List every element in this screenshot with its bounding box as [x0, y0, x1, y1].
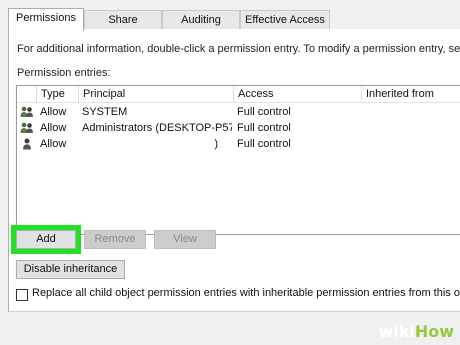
info-text: For additional information, double-click… [17, 43, 460, 55]
tab-share[interactable]: Share [84, 10, 162, 30]
remove-button[interactable]: Remove [84, 230, 146, 249]
row-type: Allow [40, 138, 67, 150]
permission-entries-list[interactable]: Type Principal Access Inherited from All… [16, 85, 460, 235]
user-icon [23, 138, 31, 150]
row-inherited [365, 136, 460, 152]
row-principal: ) [214, 138, 218, 150]
users-group-icon [20, 106, 33, 117]
permissions-dialog: Permissions Share Auditing Effective Acc… [0, 0, 460, 345]
row-access: Full control [237, 106, 291, 118]
table-row[interactable]: Allow ) Full control [17, 136, 460, 152]
tab-permissions[interactable]: Permissions [8, 8, 84, 31]
row-access: Full control [237, 138, 291, 150]
replace-entries-label[interactable]: Replace all child object permission entr… [32, 287, 460, 299]
list-header: Type Principal Access Inherited from [17, 86, 460, 103]
watermark-part2: How [414, 322, 454, 341]
column-principal[interactable]: Principal [78, 86, 233, 103]
row-type: Allow [40, 106, 67, 118]
disable-inheritance-button[interactable]: Disable inheritance [16, 260, 125, 279]
row-inherited [365, 104, 460, 120]
column-access[interactable]: Access [233, 86, 361, 103]
wikihow-watermark: wikiHow [378, 322, 454, 341]
tab-effective-access[interactable]: Effective Access [240, 10, 330, 30]
row-type: Allow [40, 122, 67, 134]
add-button[interactable]: Add [16, 230, 76, 249]
replace-entries-checkbox[interactable] [16, 289, 28, 301]
view-button[interactable]: View [154, 230, 216, 249]
column-inherited-from[interactable]: Inherited from [361, 86, 460, 103]
permission-entries-label: Permission entries: [17, 67, 111, 79]
tab-auditing[interactable]: Auditing [162, 10, 240, 30]
row-principal: SYSTEM [82, 106, 128, 118]
tab-bar: Permissions Share Auditing Effective Acc… [8, 8, 460, 31]
row-access: Full control [237, 122, 291, 134]
row-principal: Administrators (DESKTOP-P5799... [82, 122, 232, 134]
table-row[interactable]: Allow Administrators (DESKTOP-P5799... F… [17, 120, 460, 136]
users-group-icon [20, 122, 33, 133]
table-row[interactable]: Allow SYSTEM Full control [17, 104, 460, 120]
column-type[interactable]: Type [36, 86, 78, 103]
watermark-part1: wiki [378, 322, 415, 341]
row-inherited [365, 120, 460, 136]
